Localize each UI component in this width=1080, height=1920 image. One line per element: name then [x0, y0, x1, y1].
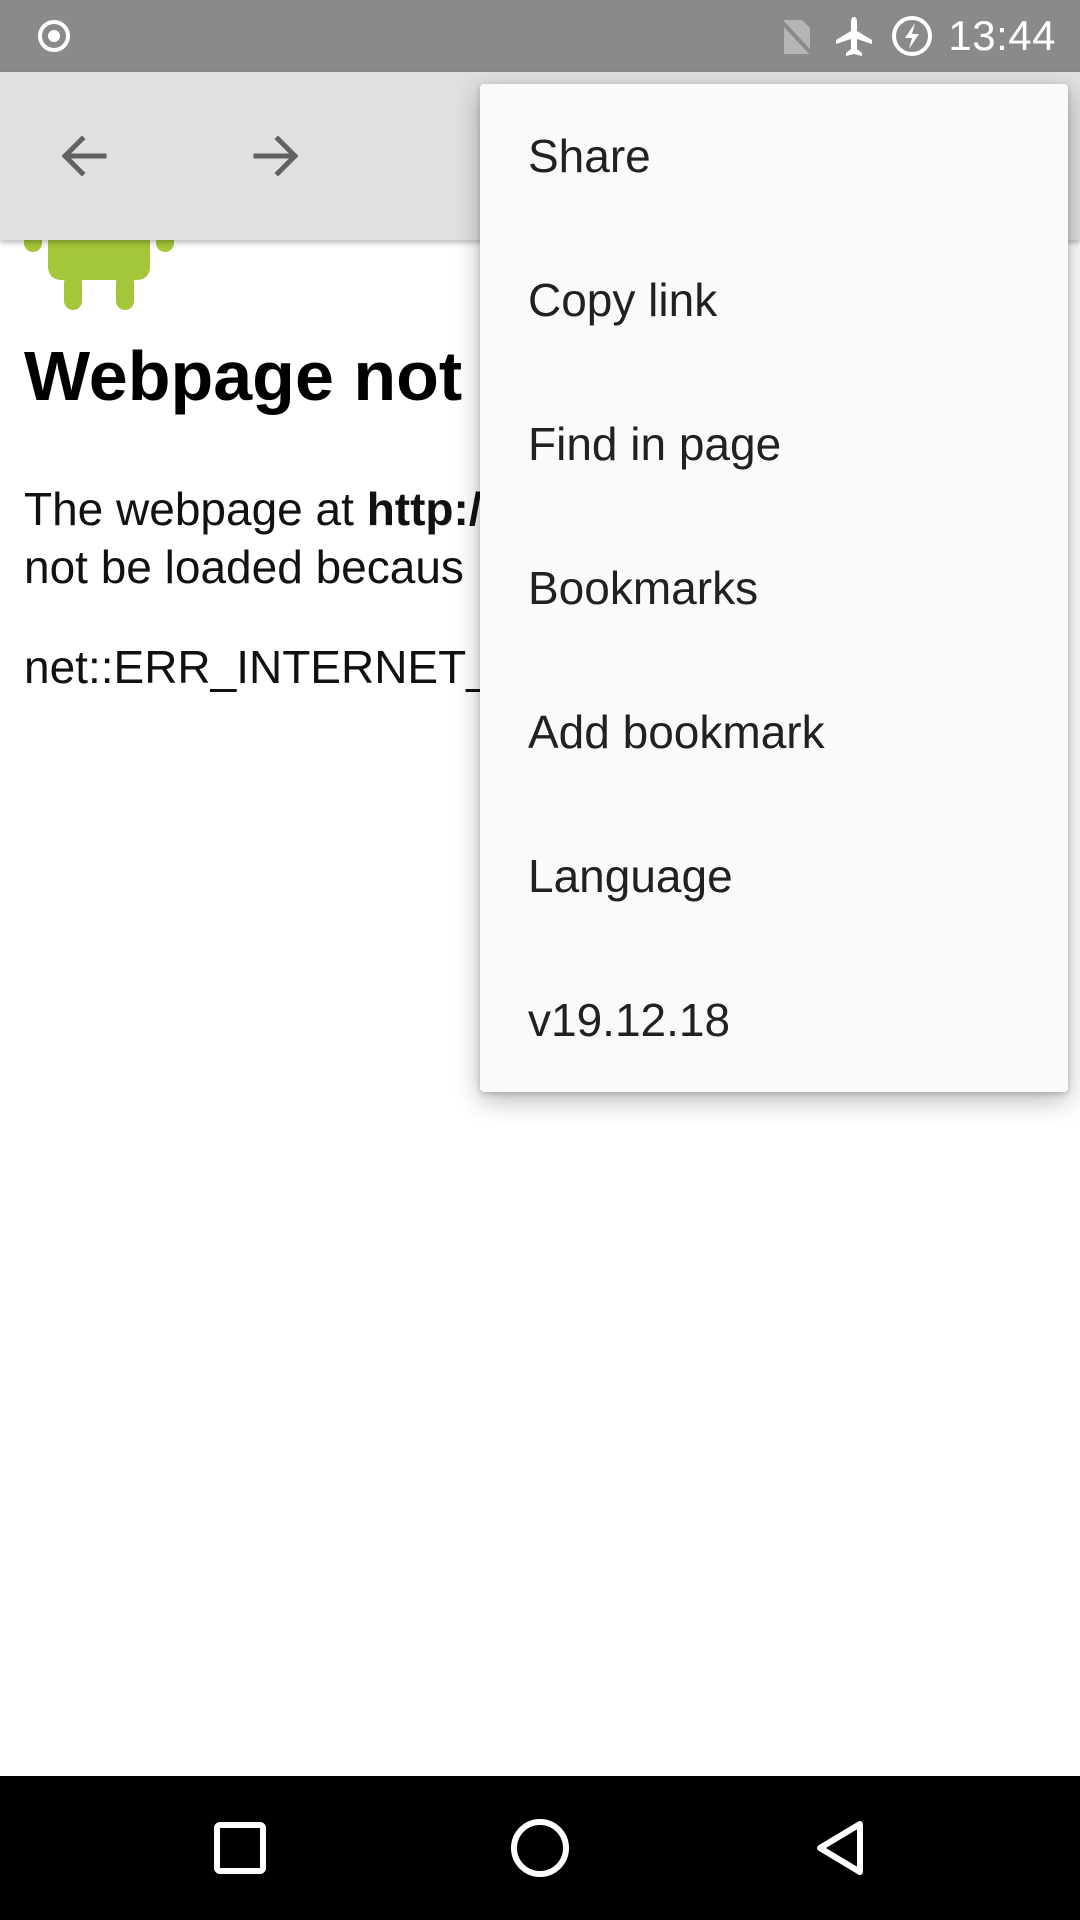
screen: 13:44 Webpage not a The webpage at http:… — [0, 0, 1080, 1920]
overflow-menu: Share Copy link Find in page Bookmarks A… — [480, 84, 1068, 1092]
android-logo — [24, 230, 174, 310]
error-url: http:/ — [366, 483, 482, 535]
recents-icon — [214, 1822, 266, 1874]
no-sim-icon — [778, 18, 814, 56]
menu-item-add-bookmark[interactable]: Add bookmark — [480, 660, 1068, 804]
system-back-button[interactable] — [792, 1800, 888, 1896]
error-description-line2: not be loaded becaus — [24, 541, 464, 593]
menu-item-find-in-page[interactable]: Find in page — [480, 372, 1068, 516]
clock: 13:44 — [948, 12, 1056, 59]
status-icons: 13:44 — [774, 0, 1056, 72]
menu-item-version[interactable]: v19.12.18 — [480, 948, 1068, 1092]
back-icon — [817, 1821, 863, 1875]
arrow-right-icon — [253, 135, 299, 177]
airplane-mode-icon — [836, 17, 873, 56]
battery-charging-icon — [892, 16, 933, 56]
error-code: net::ERR_INTERNET_D — [24, 641, 526, 693]
menu-item-bookmarks[interactable]: Bookmarks — [480, 516, 1068, 660]
back-button[interactable] — [36, 108, 132, 204]
menu-item-share[interactable]: Share — [480, 84, 1068, 228]
error-description: The webpage at http:/ not be loaded beca… — [24, 480, 482, 596]
recents-button[interactable] — [192, 1800, 288, 1896]
record-icon — [38, 20, 70, 52]
system-navigation-bar — [0, 1776, 1080, 1920]
error-title: Webpage not a — [24, 337, 521, 415]
error-description-text: The webpage at — [24, 483, 367, 535]
home-button[interactable] — [492, 1800, 588, 1896]
arrow-left-icon — [61, 135, 107, 177]
menu-item-copy-link[interactable]: Copy link — [480, 228, 1068, 372]
menu-item-language[interactable]: Language — [480, 804, 1068, 948]
forward-button[interactable] — [228, 108, 324, 204]
home-icon — [511, 1819, 569, 1877]
status-bar: 13:44 — [0, 0, 1080, 72]
